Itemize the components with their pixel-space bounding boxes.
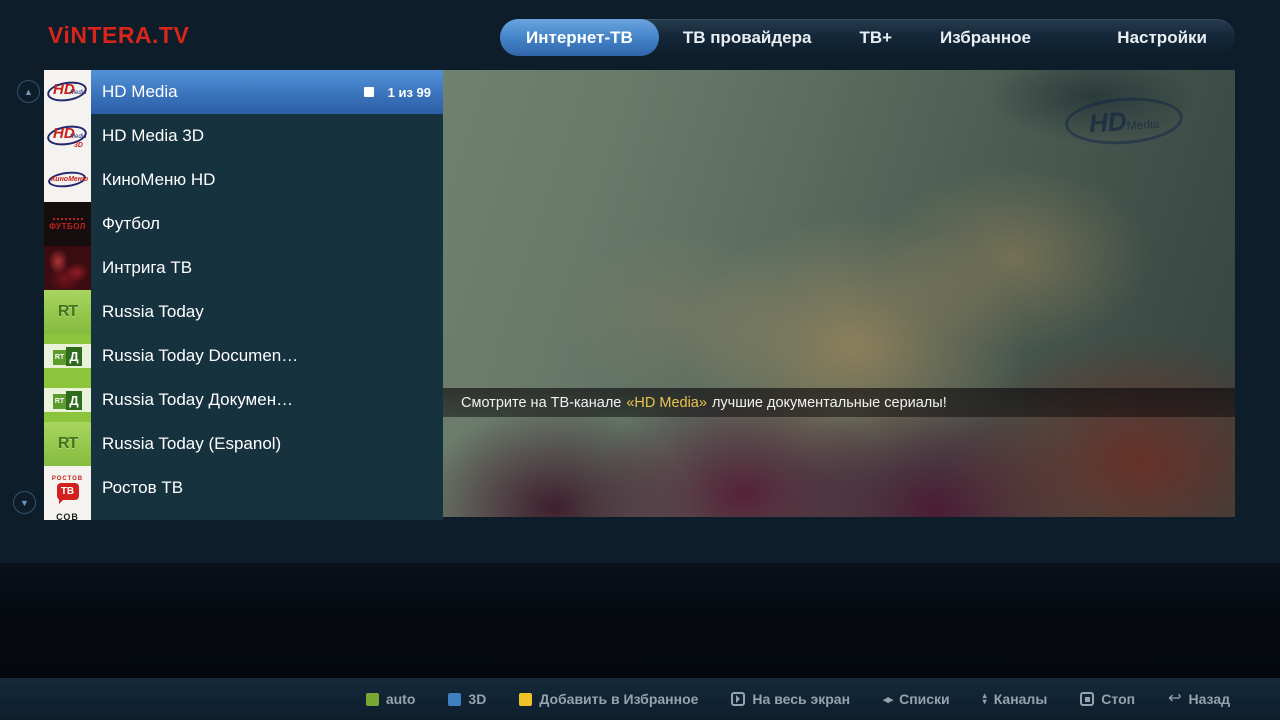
bottom-bar-item-7[interactable]: Стоп: [1080, 691, 1135, 707]
back-icon: ↩: [1168, 692, 1181, 706]
channel-label: Футбол: [91, 214, 160, 234]
lower-strip: [0, 563, 1280, 678]
channel-row-9[interactable]: RTRussia Today (Espanol): [44, 422, 443, 466]
channel-label: Russia Today: [91, 302, 204, 322]
bottom-bar-label: Стоп: [1101, 691, 1135, 707]
channel-label: Russia Today Докумен…: [91, 390, 293, 410]
top-nav: Интернет-ТВТВ провайдераТВ+Избранное Наст…: [500, 19, 1235, 56]
nav-tab-3[interactable]: ТВ+: [835, 19, 916, 56]
bottom-bar-label: Каналы: [994, 691, 1048, 707]
green-square: [366, 693, 379, 706]
blue-square: [448, 693, 461, 706]
channel-row-meta: 1 из 99: [364, 70, 431, 114]
bottom-bar-item-8[interactable]: ↩ Назад: [1168, 691, 1230, 707]
channel-row-5[interactable]: Интрига ТВ: [44, 246, 443, 290]
yellow-square: [519, 693, 532, 706]
bottom-bar-label: Назад: [1188, 691, 1230, 707]
channel-row-6[interactable]: RTRussia Today: [44, 290, 443, 334]
bottom-bar-item-5[interactable]: ◂▸ Списки: [883, 691, 950, 707]
watermark-media-text: Media: [1126, 117, 1160, 133]
rt-logo-icon: RT: [44, 422, 91, 466]
channels-icon: ▴▾: [983, 693, 987, 705]
channel-label: Russia Today Documen…: [91, 346, 298, 366]
hd-media-watermark: HD Media: [1064, 94, 1185, 148]
partial-channel-logo: СОВ: [44, 510, 91, 520]
rtdoc-logo-icon: RTД: [44, 334, 91, 378]
channel-row-10[interactable]: РОСТОВТВРостов ТВ: [44, 466, 443, 510]
bottom-bar-item-2[interactable]: 3D: [448, 691, 486, 707]
bottom-bar-item-3[interactable]: Добавить в Избранное: [519, 691, 698, 707]
scroll-down-button[interactable]: ▼: [13, 491, 36, 514]
scroll-up-button[interactable]: ▲: [17, 80, 40, 103]
bottom-bar-item-6[interactable]: ▴▾ Каналы: [983, 691, 1048, 707]
app-logo: ViNTERA.TV: [48, 22, 189, 49]
channel-row-3[interactable]: КиноМенюКиноМеню HD: [44, 158, 443, 202]
bottom-bar-item-1[interactable]: auto: [366, 691, 416, 707]
nav-tab-5[interactable]: Настройки: [1093, 19, 1235, 56]
channel-row-8[interactable]: RTДRussia Today Докумен…: [44, 378, 443, 422]
program-caption: Смотрите на ТВ-канале «HD Media» лучшие …: [443, 388, 1235, 417]
hdmedia-logo-icon: HDMedia: [44, 70, 91, 114]
caption-prefix: Смотрите на ТВ-канале: [461, 395, 621, 411]
watermark-hd-text: HD: [1088, 108, 1127, 137]
channel-label: КиноМеню HD: [91, 170, 215, 190]
bottom-control-bar: auto 3D Добавить в Избранное На весь экр…: [0, 678, 1280, 720]
channel-label: Интрига ТВ: [91, 258, 192, 278]
fullscreen-icon: [731, 692, 745, 706]
channel-row-4[interactable]: ФУТБОЛФутбол: [44, 202, 443, 246]
kinomenu-logo-icon: КиноМеню: [44, 158, 91, 202]
video-player[interactable]: HD Media Смотрите на ТВ-канале «HD Media…: [443, 70, 1235, 517]
bottom-bar-item-4[interactable]: На весь экран: [731, 691, 850, 707]
channel-label: Ростов ТВ: [91, 478, 183, 498]
nav-tab-4[interactable]: Избранное: [916, 19, 1055, 56]
bottom-bar-label: auto: [386, 691, 416, 707]
rostov-logo-icon: РОСТОВТВ: [44, 466, 91, 510]
rtdoc-logo-icon: RTД: [44, 378, 91, 422]
stop-square-icon: [364, 87, 374, 97]
caption-channel-name: «HD Media»: [621, 395, 712, 411]
channel-label: HD Media: [91, 82, 178, 102]
nav-tab-1[interactable]: Интернет-ТВ: [500, 19, 659, 56]
rt-logo-icon: RT: [44, 290, 91, 334]
channel-label: HD Media 3D: [91, 126, 204, 146]
channel-label: Russia Today (Espanol): [91, 434, 281, 454]
channel-list: HDMediaHD Media 1 из 99 HDMedia3DHD Medi…: [44, 70, 443, 520]
hdmedia3d-logo-icon: HDMedia3D: [44, 114, 91, 158]
bottom-bar-label: Списки: [899, 691, 950, 707]
vintera-tv-app: ViNTERA.TV Интернет-ТВТВ провайдераТВ+Из…: [0, 0, 1280, 720]
futbol-logo-icon: ФУТБОЛ: [44, 202, 91, 246]
nav-tab-2[interactable]: ТВ провайдера: [659, 19, 836, 56]
channel-counter: 1 из 99: [388, 85, 431, 100]
intriga-logo-icon: [44, 246, 91, 290]
stop-icon: [1080, 692, 1094, 706]
bottom-bar-label: Добавить в Избранное: [539, 691, 698, 707]
lists-icon: ◂▸: [883, 693, 892, 706]
caption-suffix: лучшие документальные сериалы!: [712, 395, 947, 411]
bottom-bar-label: На весь экран: [752, 691, 850, 707]
channel-row-1[interactable]: HDMediaHD Media 1 из 99: [44, 70, 443, 114]
bottom-bar-label: 3D: [468, 691, 486, 707]
channel-row-2[interactable]: HDMedia3DHD Media 3D: [44, 114, 443, 158]
channel-row-7[interactable]: RTДRussia Today Documen…: [44, 334, 443, 378]
